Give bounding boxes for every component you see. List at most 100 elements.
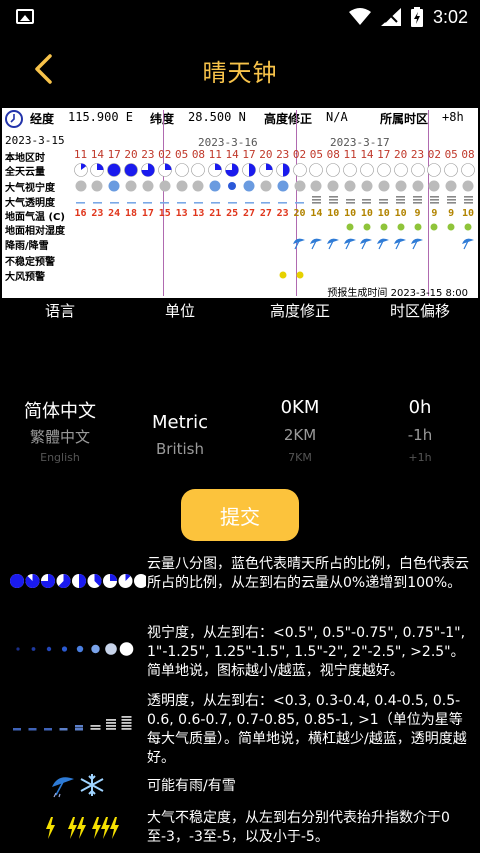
transparency-legend-mark [121, 722, 132, 724]
language-option[interactable]: English [0, 451, 120, 464]
transparency-mark [139, 192, 156, 209]
temperature-value: 16 [74, 208, 87, 219]
temperature-value: 9 [414, 208, 421, 219]
umbrella-icon [392, 236, 409, 253]
seeing-legend-mark [16, 647, 20, 651]
row-label-instability: 不稳定预警 [5, 257, 55, 268]
timezone-picker[interactable]: 0h -1h +1h [360, 395, 480, 475]
transparency-mark [392, 192, 409, 209]
unit-option[interactable]: British [120, 440, 240, 458]
cloud-cover-mark [325, 163, 342, 180]
submit-button[interactable]: 提交 [181, 489, 299, 541]
latitude-label: 纬度 [150, 112, 175, 126]
language-option[interactable]: 繁體中文 [0, 426, 120, 447]
wind-warning-mark [291, 270, 308, 283]
cloud-cover-mark [241, 163, 258, 180]
hour-tick-label: 05 [309, 148, 324, 161]
transparency-mark [241, 192, 258, 209]
transparency-mark [426, 192, 443, 209]
status-bar: 3:02 [0, 0, 480, 34]
hour-tick-label: 20 [394, 148, 408, 161]
transparency-legend-mark [90, 725, 101, 727]
cloud-cover-mark [106, 163, 123, 180]
seeing-legend-text: 视宁度，从左到右：<0.5", 0.5"-0.75", 0.75"-1", 1"… [147, 625, 466, 679]
umbrella-icon [325, 236, 342, 253]
rain-snow-legend-text: 可能有雨/有雪 [147, 778, 236, 794]
latitude-value: 28.500 N [188, 110, 246, 124]
row-label-temperature: 地面气温 (C) [5, 212, 65, 223]
cloud-cover-mark [72, 163, 89, 180]
seeing-legend-mark [61, 646, 68, 652]
temperature-value: 10 [394, 208, 407, 219]
temperature-value: 9 [431, 208, 438, 219]
humidity-mark [358, 222, 375, 235]
temperature-value: 21 [209, 208, 222, 219]
altitude-selected[interactable]: 0KM [240, 397, 360, 418]
transparency-legend-mark [106, 719, 116, 721]
timezone-selected[interactable]: 0h [360, 397, 480, 418]
temperature-value: 10 [462, 208, 475, 219]
humidity-mark [375, 222, 392, 235]
cloud-cover-mark [358, 163, 375, 180]
transparency-legend-mark [59, 728, 68, 731]
hour-tick-label: 23 [276, 148, 290, 161]
lightning-icon [92, 817, 101, 839]
transparency-mark [156, 192, 173, 209]
cloud-cover-mark [308, 163, 325, 180]
longitude-label: 经度 [30, 112, 55, 126]
lightning-icon [77, 817, 86, 839]
unit-selected[interactable]: Metric [120, 412, 240, 433]
timezone-value: +8h [442, 110, 464, 124]
transparency-legend-mark [75, 725, 83, 728]
altitude-label: 高度修正 [264, 112, 313, 126]
snowflake-icon [80, 774, 104, 796]
transparency-mark [308, 192, 325, 209]
temperature-value: 20 [293, 208, 306, 219]
row-label-seeing: 大气视宁度 [5, 183, 55, 194]
timezone-option[interactable]: +1h [360, 451, 480, 464]
umbrella-icon [342, 236, 359, 253]
lightning-icon [68, 817, 77, 839]
cloud-cover-mark [342, 163, 359, 180]
transparency-mark [190, 192, 207, 209]
hour-tick-label: 20 [259, 148, 273, 161]
cloud-cover-mark [460, 163, 477, 180]
humidity-mark [426, 222, 443, 235]
temperature-value: 13 [175, 208, 188, 219]
temperature-value: 27 [259, 208, 272, 219]
transparency-mark [460, 192, 477, 209]
transparency-legend-text: 透明度，从左到右：<0.3, 0.3-0.4, 0.4-0.5, 0.5-0.6… [147, 693, 467, 766]
transparency-mark [106, 192, 123, 209]
transparency-legend-mark [13, 728, 21, 731]
clock-logo-icon [5, 110, 23, 128]
humidity-mark [460, 222, 477, 235]
seeing-legend-mark [105, 643, 117, 655]
date-label-1: 2023-3-15 [5, 134, 65, 147]
row-label-rain-snow: 降雨/降雪 [5, 241, 49, 252]
page-title: 晴天钟 [202, 59, 278, 87]
umbrella-icon [52, 777, 74, 798]
row-label-cloud-cover: 全天云量 [5, 167, 45, 178]
row-label-wind: 大风预警 [5, 272, 45, 283]
altitude-value: N/A [326, 110, 348, 124]
cloud-legend-mark [79, 574, 86, 588]
rain-snow-legend-icons [52, 774, 104, 798]
language-picker[interactable]: 简体中文 繁體中文 English [0, 395, 120, 475]
row-label-transparency: 大气透明度 [5, 198, 55, 209]
unit-heading: 单位 [164, 302, 195, 320]
hour-tick-label: 17 [377, 148, 391, 161]
transparency-mark [291, 192, 308, 209]
altitude-option[interactable]: 2KM [240, 426, 360, 444]
timezone-option[interactable]: -1h [360, 426, 480, 444]
umbrella-icon [460, 236, 477, 253]
altitude-option[interactable]: 7KM [240, 451, 360, 464]
cloud-cover-mark [291, 163, 308, 180]
hour-tick-label: 20 [124, 148, 138, 161]
hour-tick-label: 11 [343, 148, 357, 161]
altitude-picker[interactable]: 0KM 2KM 7KM [240, 395, 360, 475]
unit-picker[interactable]: Metric British [120, 408, 240, 468]
temperature-value: 24 [108, 208, 121, 219]
hour-tick-label: 17 [242, 148, 256, 161]
cloud-cover-mark [257, 163, 274, 180]
language-selected[interactable]: 简体中文 [0, 397, 120, 423]
